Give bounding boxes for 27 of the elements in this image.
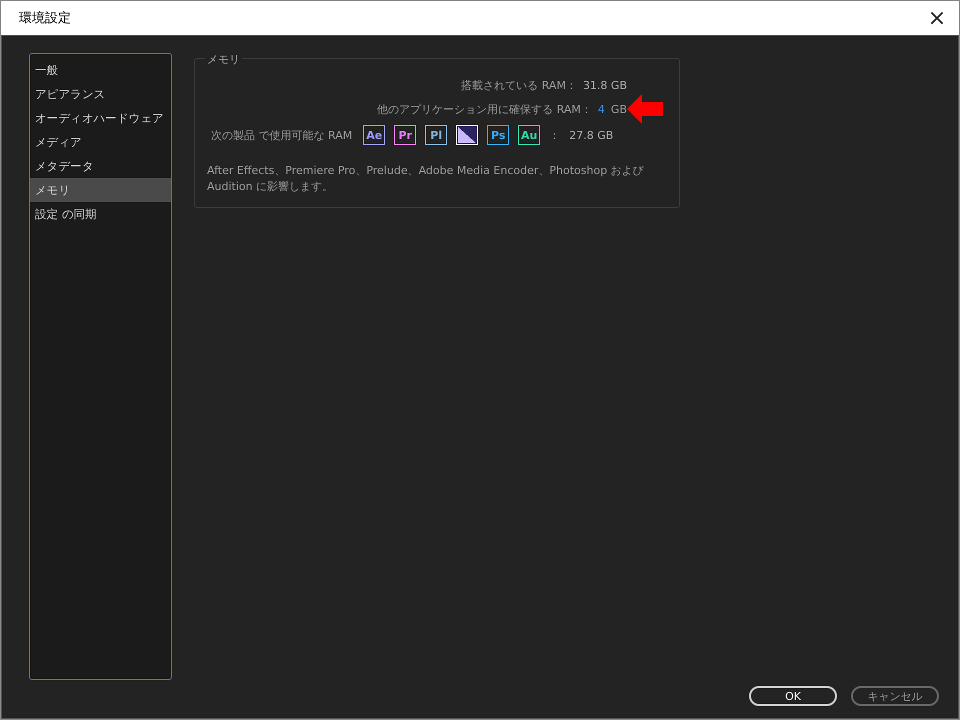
installed-ram-label: 搭載されている RAM： [461,78,577,92]
window-title: 環境設定 [19,10,71,27]
installed-ram-value: 31.8 GB [582,78,627,92]
panel-title: メモリ [205,52,242,67]
sidebar-item[interactable]: メタデータ [30,154,171,178]
ok-button[interactable]: OK [749,686,837,706]
sidebar-item[interactable]: オーディオハードウェア [30,106,171,130]
product-badge: Pl [425,125,448,145]
reserved-ram-label: 他のアプリケーション用に確保する RAM： [377,102,592,116]
product-badge: Ps [487,125,510,145]
product-badge: Pr [394,125,416,145]
cancel-button[interactable]: キャンセル [851,686,939,706]
product-badge: Au [518,125,540,145]
reserved-ram-unit: GB [610,102,627,116]
reserved-ram-value[interactable]: 4 [598,102,605,116]
sidebar-item[interactable]: メモリ [30,178,171,202]
sidebar-item[interactable]: アピアランス [30,82,171,106]
separator-text: ： [549,128,560,142]
sidebar-item[interactable]: 一般 [30,58,171,82]
note-text: After Effects、Premiere Pro、Prelude、Adobe Media Encoder、Photoshop および Audition に影響します。 [207,163,645,195]
sidebar-item[interactable]: 設定 の同期 [30,202,171,226]
available-ram-value: 27.8 GB [569,128,614,142]
close-button[interactable]: × [915,1,959,35]
product-badge: Ae [363,125,386,145]
available-ram-label: 次の製品 で使用可能な RAM [211,128,352,142]
arrow-icon [627,94,663,124]
sidebar-item[interactable]: メディア [30,130,171,154]
